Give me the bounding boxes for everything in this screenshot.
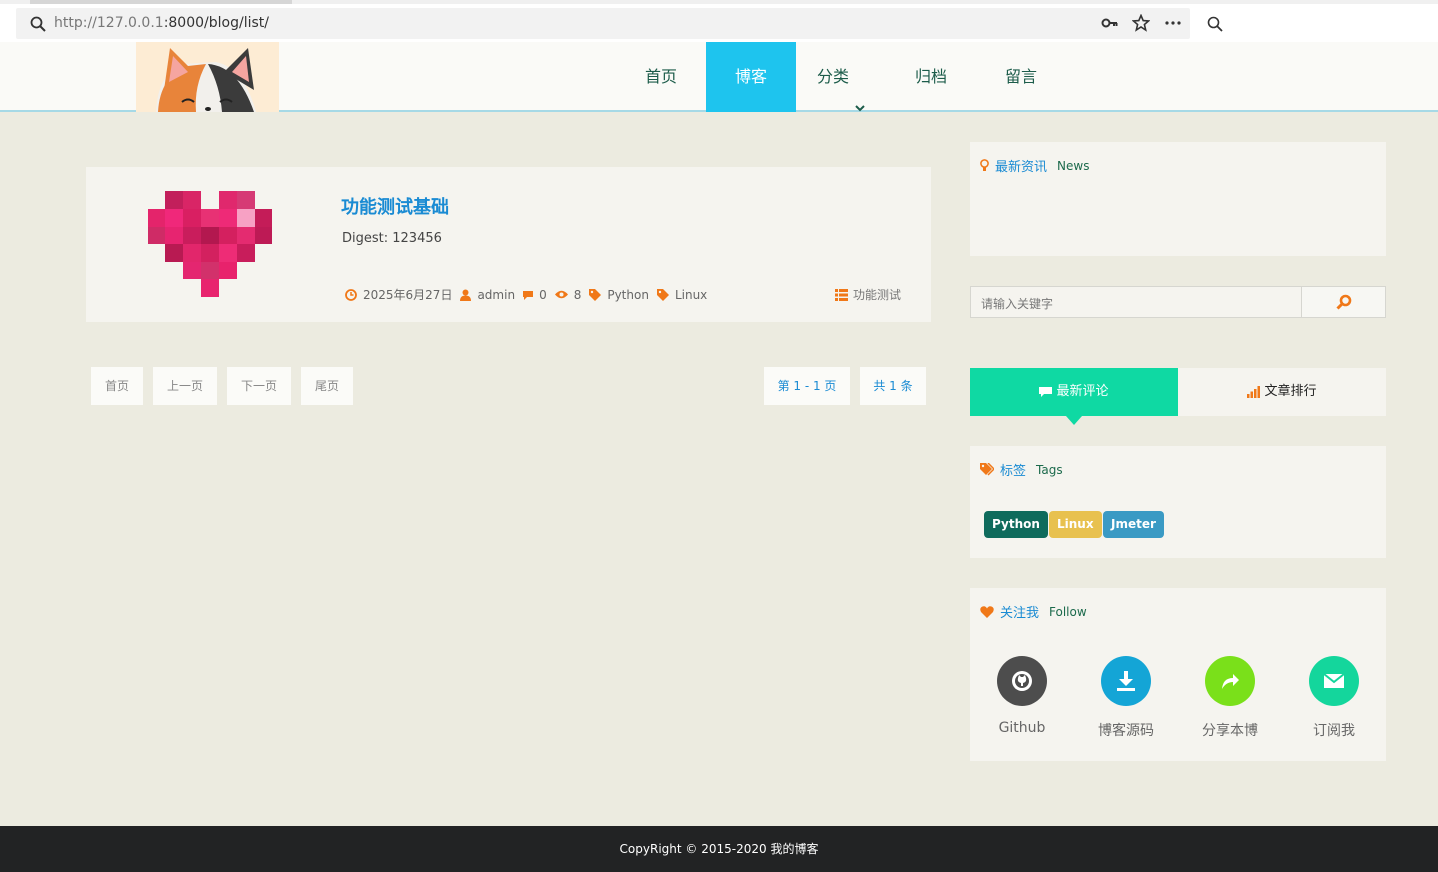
article-views: 8 <box>573 287 582 302</box>
tab-latest-comments[interactable]: 最新评论 <box>970 368 1178 416</box>
site-logo[interactable] <box>136 42 279 112</box>
tab-article-rank-label: 文章排行 <box>1264 384 1317 399</box>
nav-home[interactable]: 首页 <box>616 42 706 112</box>
mail-icon[interactable] <box>1309 656 1359 706</box>
eye-icon <box>554 290 568 299</box>
follow-subscribe[interactable]: 订阅我 <box>1294 656 1374 740</box>
article-digest: Digest: 123456 <box>342 231 442 246</box>
tags-subtitle: Tags <box>1036 462 1063 477</box>
article-title[interactable]: 功能测试基础 <box>341 193 449 219</box>
follow-source-label: 博客源码 <box>1098 723 1154 739</box>
sidebar-search: 请输入关键字 <box>970 286 1386 318</box>
follow-github-label: Github <box>998 720 1046 736</box>
nav-category[interactable]: 分类 <box>796 42 886 112</box>
article-comments: 0 <box>539 287 547 302</box>
address-text[interactable]: http://127.0.0.1:8000/blog/list/ <box>54 15 269 31</box>
heart-icon <box>980 605 994 618</box>
search-button[interactable] <box>1301 287 1385 317</box>
browser-toolbar: http://127.0.0.1:8000/blog/list/ <box>0 4 1438 42</box>
article-card: 功能测试基础 Digest: 123456 2025年6月27日 admin 0… <box>86 167 931 322</box>
page-info: 第 1 - 1 页 <box>764 367 850 405</box>
chevron-down-icon <box>855 73 865 111</box>
comment-rank-tabs: 最新评论 文章排行 <box>970 368 1386 425</box>
article-author[interactable]: admin <box>477 288 515 302</box>
address-bar[interactable]: http://127.0.0.1:8000/blog/list/ <box>16 8 1190 39</box>
search-icon <box>30 16 46 32</box>
tag-linux[interactable]: Linux <box>1049 511 1102 538</box>
article-thumbnail[interactable] <box>148 191 272 301</box>
main-nav: 首页 博客 分类 归档 留言 <box>616 42 1066 112</box>
search-icon <box>1336 294 1352 310</box>
news-box: 最新资讯 News <box>970 142 1386 256</box>
follow-source[interactable]: 博客源码 <box>1086 656 1166 740</box>
url-host: http://127.0.0.1 <box>54 15 164 31</box>
article-category[interactable]: 功能测试 <box>834 286 901 303</box>
news-subtitle: News <box>1057 158 1090 173</box>
nav-blog[interactable]: 博客 <box>706 42 796 112</box>
tags-title: 标签 <box>1000 464 1027 479</box>
page-last-button[interactable]: 尾页 <box>301 367 353 405</box>
tab-latest-comments-label: 最新评论 <box>1056 384 1109 399</box>
browser-search-icon[interactable] <box>1207 16 1223 32</box>
article-meta: 2025年6月27日 admin 0 8 Python Linux <box>345 286 715 303</box>
follow-title: 关注我 <box>1000 606 1040 621</box>
tag-icon <box>589 288 602 301</box>
search-input[interactable]: 请输入关键字 <box>981 295 1053 312</box>
nav-message[interactable]: 留言 <box>976 42 1066 112</box>
page-total: 共 1 条 <box>860 367 926 405</box>
user-icon <box>460 289 472 301</box>
github-icon[interactable] <box>997 656 1047 706</box>
clock-icon <box>345 288 357 301</box>
more-icon[interactable] <box>1164 14 1182 32</box>
lightbulb-icon <box>980 159 989 171</box>
nav-category-label: 分类 <box>816 67 849 86</box>
follow-subscribe-label: 订阅我 <box>1313 723 1355 739</box>
comment-icon <box>523 290 534 300</box>
download-icon[interactable] <box>1101 656 1151 706</box>
tags-box: 标签 Tags <box>970 446 1386 558</box>
tab-article-rank[interactable]: 文章排行 <box>1178 368 1386 416</box>
bar-chart-icon <box>1247 385 1261 398</box>
nav-archive[interactable]: 归档 <box>886 42 976 112</box>
footer-copyright: CopyRight © 2015-2020 我的博客 <box>619 842 819 856</box>
follow-github[interactable]: Github <box>982 656 1062 736</box>
share-icon[interactable] <box>1205 656 1255 706</box>
page-first-button[interactable]: 首页 <box>91 367 143 405</box>
page-next-button[interactable]: 下一页 <box>227 367 291 405</box>
tag-icon <box>656 288 669 301</box>
article-category-label: 功能测试 <box>852 288 901 302</box>
page-prev-button[interactable]: 上一页 <box>153 367 217 405</box>
tags-icon <box>980 463 994 476</box>
tag-python[interactable]: Python <box>984 511 1048 538</box>
active-tab-pointer <box>1066 416 1082 425</box>
comment-icon <box>1039 386 1053 397</box>
follow-share-label: 分享本博 <box>1202 723 1258 739</box>
article-date: 2025年6月27日 <box>363 288 453 302</box>
key-icon[interactable] <box>1100 14 1118 32</box>
site-footer: CopyRight © 2015-2020 我的博客 <box>0 826 1438 872</box>
follow-share[interactable]: 分享本博 <box>1190 656 1270 740</box>
url-path: :8000/blog/list/ <box>163 15 269 31</box>
site-header: 首页 博客 分类 归档 留言 <box>0 42 1438 112</box>
follow-subtitle: Follow <box>1049 604 1087 619</box>
article-tag-linux[interactable]: Linux <box>675 288 707 302</box>
news-title: 最新资讯 <box>995 160 1048 175</box>
tag-jmeter[interactable]: Jmeter <box>1103 511 1164 538</box>
article-tag-python[interactable]: Python <box>607 288 649 302</box>
list-icon <box>834 288 848 301</box>
star-icon[interactable] <box>1131 13 1151 32</box>
